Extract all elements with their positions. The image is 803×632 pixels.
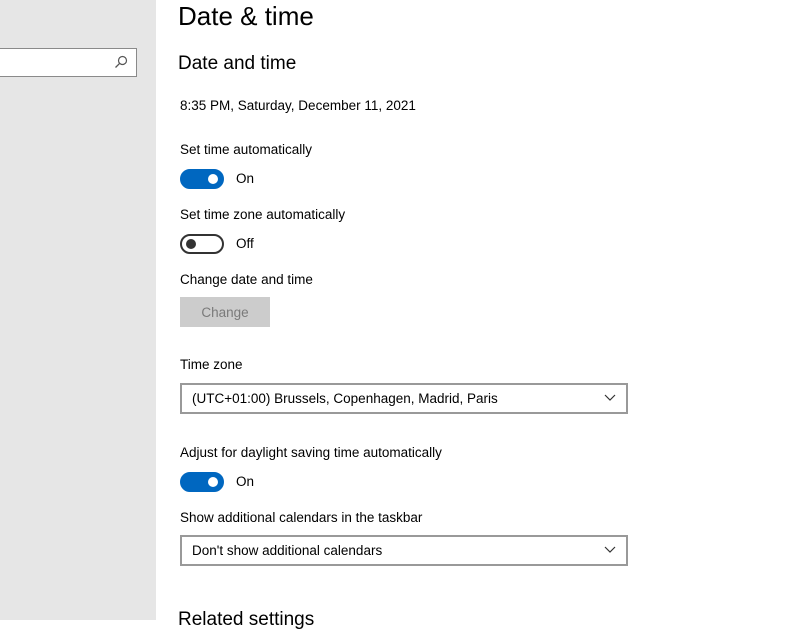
sidebar: [0, 0, 156, 620]
daylight-saving-state: On: [236, 474, 255, 489]
set-time-zone-automatically-label: Set time zone automatically: [180, 207, 346, 222]
set-time-automatically-toggle[interactable]: [180, 169, 224, 189]
section-title-related-settings: Related settings: [178, 609, 315, 630]
chevron-down-icon: [604, 546, 616, 553]
daylight-saving-toggle[interactable]: [180, 472, 224, 492]
set-time-automatically-state: On: [236, 171, 255, 186]
toggle-knob: [186, 239, 196, 249]
time-zone-selected: (UTC+01:00) Brussels, Copenhagen, Madrid…: [192, 391, 498, 406]
time-zone-dropdown[interactable]: (UTC+01:00) Brussels, Copenhagen, Madrid…: [180, 383, 628, 414]
main-content: Date & time Date and time 8:35 PM, Satur…: [156, 0, 803, 630]
additional-calendars-selected: Don't show additional calendars: [192, 543, 383, 558]
current-datetime: 8:35 PM, Saturday, December 11, 2021: [180, 98, 416, 113]
section-title-date-and-time: Date and time: [178, 53, 297, 74]
additional-calendars-label: Show additional calendars in the taskbar: [180, 510, 423, 525]
change-date-time-label: Change date and time: [180, 272, 313, 287]
change-button[interactable]: Change: [180, 297, 270, 327]
search-input[interactable]: [0, 48, 137, 77]
set-time-automatically-label: Set time automatically: [180, 142, 313, 157]
additional-calendars-dropdown[interactable]: Don't show additional calendars: [180, 535, 628, 566]
search-icon[interactable]: [114, 55, 128, 69]
chevron-down-icon: [604, 394, 616, 401]
set-time-zone-automatically-toggle[interactable]: [180, 234, 224, 254]
set-time-zone-automatically-state: Off: [236, 236, 254, 251]
toggle-knob: [208, 174, 218, 184]
page-title: Date & time: [178, 1, 314, 31]
toggle-knob: [208, 477, 218, 487]
daylight-saving-label: Adjust for daylight saving time automati…: [180, 445, 442, 460]
time-zone-label: Time zone: [180, 357, 243, 372]
